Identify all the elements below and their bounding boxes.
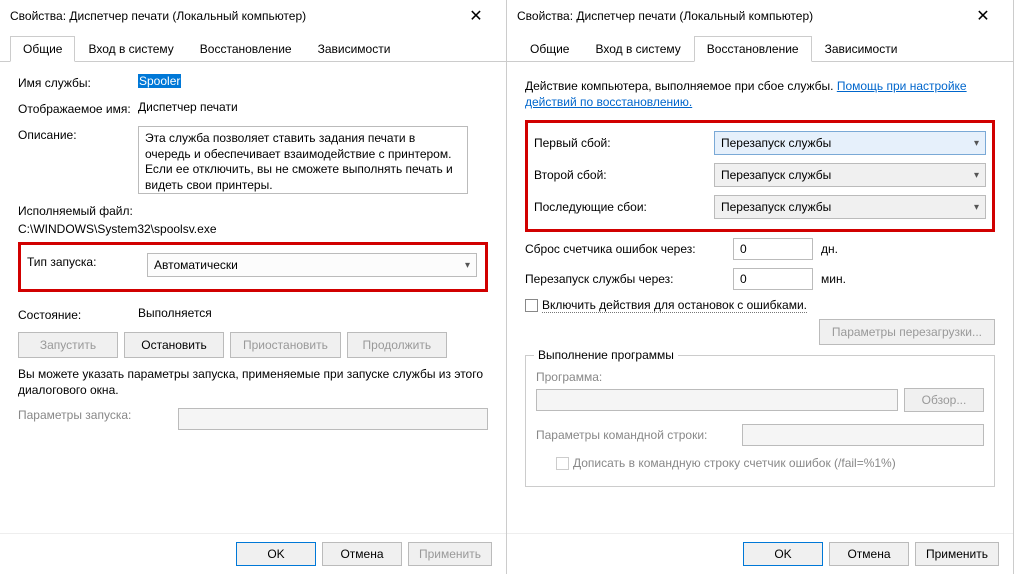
tab-content-recovery: Действие компьютера, выполняемое при сбо… [507,62,1013,533]
startup-type-highlight: Тип запуска: Автоматически ▾ [18,242,488,292]
subsequent-failures-select[interactable]: Перезапуск службы ▾ [714,195,986,219]
first-failure-label: Первый сбой: [534,136,714,150]
tab-dependencies[interactable]: Зависимости [305,36,404,61]
tab-bar: Общие Вход в систему Восстановление Зави… [507,32,1013,62]
tab-logon[interactable]: Вход в систему [582,36,693,61]
enable-actions-checkbox[interactable] [525,299,538,312]
start-params-label: Параметры запуска: [18,408,178,422]
cmd-params-label: Параметры командной строки: [536,428,736,442]
status-label: Состояние: [18,306,138,322]
stop-button[interactable]: Остановить [124,332,224,358]
restart-options-button: Параметры перезагрузки... [819,319,995,345]
dialog-footer: OK Отмена Применить [0,533,506,574]
enable-actions-label[interactable]: Включить действия для остановок с ошибка… [542,298,807,313]
dialog-footer: OK Отмена Применить [507,533,1013,574]
apply-button: Применить [408,542,492,566]
tab-content-general: Имя службы: Spooler Отображаемое имя: Ди… [0,62,506,533]
start-params-input [178,408,488,430]
append-fail-checkbox [556,457,569,470]
restart-after-input[interactable] [733,268,813,290]
apply-button[interactable]: Применить [915,542,999,566]
service-name-value[interactable]: Spooler [138,74,181,88]
window-title: Свойства: Диспетчер печати (Локальный ко… [517,9,963,23]
service-control-buttons: Запустить Остановить Приостановить Продо… [18,332,488,358]
first-failure-select[interactable]: Перезапуск службы ▾ [714,131,986,155]
program-path-input [536,389,898,411]
close-icon[interactable]: ✕ [456,6,496,26]
browse-button: Обзор... [904,388,984,412]
reset-counter-label: Сброс счетчика ошибок через: [525,242,725,256]
tab-logon[interactable]: Вход в систему [75,36,186,61]
startup-type-label: Тип запуска: [27,253,147,269]
startup-type-select[interactable]: Автоматически ▾ [147,253,477,277]
failure-actions-highlight: Первый сбой: Перезапуск службы ▾ Второй … [525,120,995,232]
chevron-down-icon: ▾ [465,260,470,271]
tab-bar: Общие Вход в систему Восстановление Зави… [0,32,506,62]
window-title: Свойства: Диспетчер печати (Локальный ко… [10,9,456,23]
reset-counter-unit: дн. [821,242,838,256]
status-value: Выполняется [138,306,488,320]
chevron-down-icon: ▾ [974,170,979,181]
display-name-label: Отображаемое имя: [18,100,138,116]
cancel-button[interactable]: Отмена [322,542,402,566]
subsequent-failures-label: Последующие сбои: [534,200,714,214]
program-label: Программа: [536,370,984,384]
tab-recovery[interactable]: Восстановление [694,36,812,62]
close-icon[interactable]: ✕ [963,6,1003,26]
resume-button: Продолжить [347,332,447,358]
tab-dependencies[interactable]: Зависимости [812,36,911,61]
first-failure-value: Перезапуск службы [721,136,831,150]
service-name-label: Имя службы: [18,74,138,90]
run-program-group: Выполнение программы Программа: Обзор...… [525,355,995,487]
properties-dialog-recovery: Свойства: Диспетчер печати (Локальный ко… [507,0,1014,574]
start-params-hint: Вы можете указать параметры запуска, при… [18,366,488,398]
titlebar: Свойства: Диспетчер печати (Локальный ко… [507,0,1013,32]
second-failure-value: Перезапуск службы [721,168,831,182]
restart-after-unit: мин. [821,272,846,286]
startup-type-value: Автоматически [154,258,238,272]
recovery-intro: Действие компьютера, выполняемое при сбо… [525,78,995,110]
pause-button: Приостановить [230,332,341,358]
chevron-down-icon: ▾ [974,138,979,149]
exe-label: Исполняемый файл: [18,204,488,218]
exe-path: C:\WINDOWS\System32\spoolsv.exe [18,222,488,236]
description-textarea[interactable]: Эта служба позволяет ставить задания печ… [138,126,468,194]
second-failure-select[interactable]: Перезапуск службы ▾ [714,163,986,187]
titlebar: Свойства: Диспетчер печати (Локальный ко… [0,0,506,32]
append-fail-label: Дописать в командную строку счетчик ошиб… [573,456,896,470]
chevron-down-icon: ▾ [974,202,979,213]
ok-button[interactable]: OK [743,542,823,566]
properties-dialog-general: Свойства: Диспетчер печати (Локальный ко… [0,0,507,574]
cmd-params-input [742,424,984,446]
reset-counter-input[interactable] [733,238,813,260]
tab-recovery[interactable]: Восстановление [187,36,305,61]
tab-general[interactable]: Общие [10,36,75,62]
restart-after-label: Перезапуск службы через: [525,272,725,286]
description-label: Описание: [18,126,138,142]
tab-general[interactable]: Общие [517,36,582,61]
start-button: Запустить [18,332,118,358]
ok-button[interactable]: OK [236,542,316,566]
subsequent-failures-value: Перезапуск службы [721,200,831,214]
run-program-group-title: Выполнение программы [534,348,678,362]
second-failure-label: Второй сбой: [534,168,714,182]
display-name-value: Диспетчер печати [138,100,488,114]
cancel-button[interactable]: Отмена [829,542,909,566]
